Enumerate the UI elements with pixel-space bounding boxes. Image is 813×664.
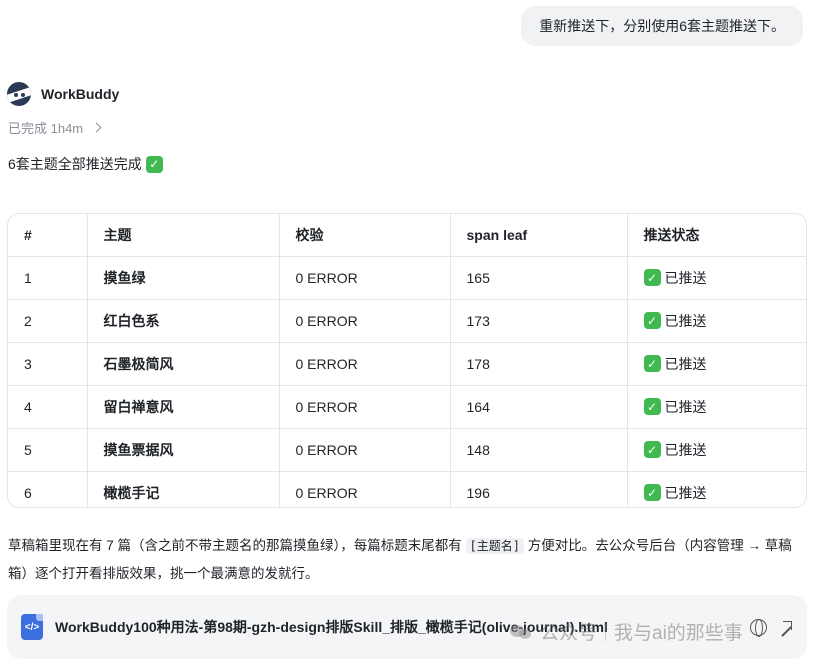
row-num: 1 <box>8 256 88 300</box>
check-mark-icon: ✓ <box>643 355 661 372</box>
header-span-leaf: span leaf <box>450 214 628 257</box>
row-theme: 橄榄手记 <box>87 471 280 507</box>
open-external-icon[interactable] <box>779 620 793 634</box>
row-theme: 红白色系 <box>87 299 280 343</box>
assistant-header: WorkBuddy <box>7 82 119 106</box>
theme-name-tag: [主题名] <box>465 538 524 554</box>
check-mark-icon: ✓ <box>643 398 661 415</box>
header-push-status: 推送状态 <box>627 214 806 257</box>
row-num: 3 <box>8 342 88 386</box>
row-check: 0 ERROR <box>279 428 451 472</box>
completion-status-toggle[interactable]: 已完成 1h4m <box>8 118 102 137</box>
completion-status-text: 已完成 1h4m <box>8 121 84 136</box>
intro-line: 6套主题全部推送完成 ✓ <box>8 154 163 174</box>
row-num: 5 <box>8 428 88 472</box>
row-status: ✓ 已推送 <box>627 471 806 507</box>
row-status-text: 已推送 <box>664 355 707 372</box>
file-name: WorkBuddy100种用法-第98期-gzh-design排版Skill_排… <box>55 619 608 635</box>
user-message-bubble: 重新推送下，分别使用6套主题推送下。 <box>521 6 803 46</box>
row-status: ✓ 已推送 <box>627 342 806 386</box>
table-row: 5 摸鱼票据风 0 ERROR 148 ✓ 已推送 <box>8 428 806 472</box>
results-table: # 主题 校验 span leaf 推送状态 1 摸鱼绿 0 ERROR 165… <box>7 213 807 508</box>
row-check: 0 ERROR <box>279 385 451 429</box>
row-check: 0 ERROR <box>279 299 451 343</box>
check-mark-icon: ✓ <box>643 312 661 329</box>
row-status-text: 已推送 <box>664 269 707 286</box>
table-row: 3 石墨极简风 0 ERROR 178 ✓ 已推送 <box>8 342 806 386</box>
row-status-text: 已推送 <box>664 398 707 415</box>
html-file-icon: </> <box>21 614 43 640</box>
summary-paragraph: 草稿箱里现在有 7 篇（含之前不带主题名的那篇摸鱼绿），每篇标题末尾都有 [主题… <box>8 532 803 587</box>
row-check: 0 ERROR <box>279 256 451 300</box>
row-status-text: 已推送 <box>664 484 707 501</box>
header-num: # <box>8 214 88 257</box>
assistant-avatar <box>7 82 31 106</box>
row-num: 6 <box>8 471 88 507</box>
row-num: 4 <box>8 385 88 429</box>
header-theme: 主题 <box>87 214 280 257</box>
user-message-text: 重新推送下，分别使用6套主题推送下。 <box>539 18 785 34</box>
row-theme: 石墨极简风 <box>87 342 280 386</box>
table-row: 1 摸鱼绿 0 ERROR 165 ✓ 已推送 <box>8 256 806 300</box>
row-span: 148 <box>450 428 628 472</box>
row-span: 178 <box>450 342 628 386</box>
table-row: 2 红白色系 0 ERROR 173 ✓ 已推送 <box>8 299 806 343</box>
row-check: 0 ERROR <box>279 471 451 507</box>
row-theme: 留白禅意风 <box>87 385 280 429</box>
row-theme: 摸鱼票据风 <box>87 428 280 472</box>
row-theme: 摸鱼绿 <box>87 256 280 300</box>
check-mark-icon: ✓ <box>643 441 661 458</box>
table-row: 4 留白禅意风 0 ERROR 164 ✓ 已推送 <box>8 385 806 429</box>
assistant-name: WorkBuddy <box>41 86 120 102</box>
row-status: ✓ 已推送 <box>627 299 806 343</box>
row-num: 2 <box>8 299 88 343</box>
row-status: ✓ 已推送 <box>627 256 806 300</box>
file-actions <box>750 618 793 637</box>
summary-text-1: 草稿箱里现在有 7 篇（含之前不带主题名的那篇摸鱼绿），每篇标题末尾都有 <box>8 538 466 553</box>
file-attachment-card[interactable]: </> WorkBuddy100种用法-第98期-gzh-design排版Ski… <box>7 595 807 659</box>
chevron-right-icon <box>91 122 102 133</box>
table-header-row: # 主题 校验 span leaf 推送状态 <box>8 214 806 257</box>
check-mark-icon: ✓ <box>643 484 661 501</box>
row-status: ✓ 已推送 <box>627 385 806 429</box>
row-status-text: 已推送 <box>664 441 707 458</box>
check-mark-icon: ✓ <box>643 269 661 286</box>
row-span: 164 <box>450 385 628 429</box>
row-span: 173 <box>450 299 628 343</box>
row-status: ✓ 已推送 <box>627 428 806 472</box>
globe-icon[interactable] <box>750 618 767 637</box>
header-check: 校验 <box>279 214 451 257</box>
row-status-text: 已推送 <box>664 312 707 329</box>
row-check: 0 ERROR <box>279 342 451 386</box>
row-span: 196 <box>450 471 628 507</box>
row-span: 165 <box>450 256 628 300</box>
intro-text: 6套主题全部推送完成 <box>8 156 142 172</box>
table-row: 6 橄榄手记 0 ERROR 196 ✓ 已推送 <box>8 471 806 507</box>
check-mark-icon: ✓ <box>145 155 163 173</box>
